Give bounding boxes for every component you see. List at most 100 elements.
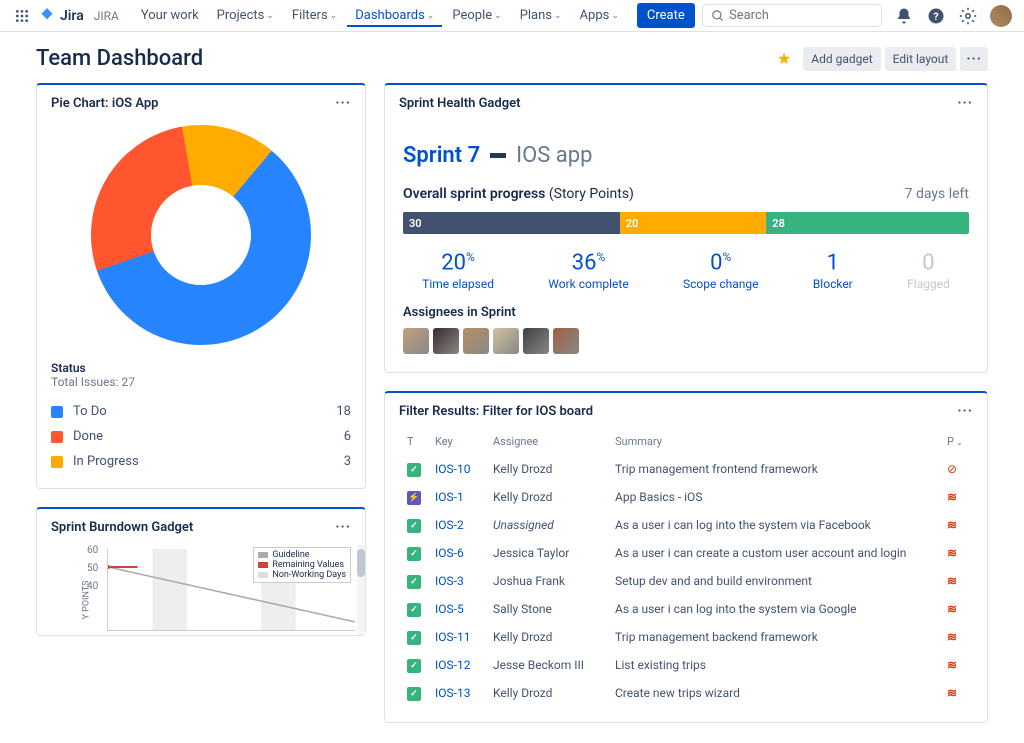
nav-item-dashboards[interactable]: Dashboards⌄ <box>347 4 442 27</box>
table-row[interactable]: ⚡IOS-1Kelly DrozdApp Basics - iOS≋ <box>401 484 971 510</box>
issue-type-icon: ✓ <box>407 659 421 673</box>
app-switcher-icon[interactable] <box>12 6 32 26</box>
assignees-header: Assignees in Sprint <box>403 305 969 320</box>
chevron-down-icon: ⌄ <box>427 11 435 21</box>
chevron-down-icon: ⌄ <box>611 11 619 21</box>
col-key[interactable]: Key <box>429 431 485 454</box>
status-label: Status <box>51 361 351 375</box>
nav-item-plans[interactable]: Plans⌄ <box>512 4 570 27</box>
issue-assignee[interactable]: Kelly Drozd <box>487 456 607 482</box>
issue-summary[interactable]: As a user i can log into the system via … <box>609 512 939 538</box>
issue-key[interactable]: IOS-13 <box>435 686 470 700</box>
issue-key[interactable]: IOS-12 <box>435 658 470 672</box>
issue-assignee[interactable]: Kelly Drozd <box>487 484 607 510</box>
issue-assignee[interactable]: Kelly Drozd <box>487 624 607 650</box>
assignee-avatar[interactable] <box>523 328 549 354</box>
nav-item-projects[interactable]: Projects⌄ <box>209 4 282 27</box>
table-row[interactable]: ✓IOS-6Jessica TaylorAs a user i can crea… <box>401 540 971 566</box>
issue-summary[interactable]: Trip management frontend framework <box>609 456 939 482</box>
create-button[interactable]: Create <box>637 3 695 28</box>
overall-progress-label: Overall sprint progress (Story Points) <box>403 186 634 202</box>
legend-swatch <box>51 406 63 418</box>
assignee-avatar[interactable] <box>553 328 579 354</box>
legend-count: 6 <box>344 429 351 444</box>
issue-assignee[interactable]: Kelly Drozd <box>487 680 607 706</box>
col-summary[interactable]: Summary <box>609 431 939 454</box>
table-row[interactable]: ✓IOS-10Kelly DrozdTrip management fronte… <box>401 456 971 482</box>
issue-summary[interactable]: Create new trips wizard <box>609 680 939 706</box>
sprint-stat[interactable]: 0Flagged <box>907 250 950 291</box>
stat-label: Blocker <box>813 277 853 291</box>
dashboard-header: Team Dashboard ★ Add gadget Edit layout … <box>0 32 1024 83</box>
issue-assignee[interactable]: Jesse Beckom III <box>487 652 607 678</box>
sprint-stat[interactable]: 0%Scope change <box>683 250 758 291</box>
nav-item-apps[interactable]: Apps⌄ <box>572 4 627 27</box>
issue-key[interactable]: IOS-1 <box>435 490 464 504</box>
legend-swatch <box>258 562 268 568</box>
sprint-stat[interactable]: 20%Time elapsed <box>422 250 494 291</box>
edit-layout-button[interactable]: Edit layout <box>885 47 957 71</box>
issue-assignee[interactable]: Unassigned <box>487 512 607 538</box>
issue-summary[interactable]: Setup dev and and build environment <box>609 568 939 594</box>
nav-item-people[interactable]: People⌄ <box>444 4 509 27</box>
jira-logo[interactable]: Jira <box>38 7 84 25</box>
table-row[interactable]: ✓IOS-5Sally StoneAs a user i can log int… <box>401 596 971 622</box>
nav-item-your-work[interactable]: Your work <box>133 4 207 27</box>
stat-label: Work complete <box>548 277 628 291</box>
assignee-avatar[interactable] <box>433 328 459 354</box>
table-row[interactable]: ✓IOS-2UnassignedAs a user i can log into… <box>401 512 971 538</box>
issue-key[interactable]: IOS-3 <box>435 574 464 588</box>
issue-key[interactable]: IOS-10 <box>435 462 470 476</box>
gadget-more-icon[interactable]: ··· <box>335 519 351 535</box>
table-row[interactable]: ✓IOS-11Kelly DrozdTrip management backen… <box>401 624 971 650</box>
col-priority[interactable]: P⌄ <box>941 431 971 454</box>
settings-icon[interactable] <box>958 6 978 26</box>
issue-key[interactable]: IOS-11 <box>435 630 470 644</box>
notifications-icon[interactable] <box>894 6 914 26</box>
gadget-more-icon[interactable]: ··· <box>957 403 973 419</box>
add-gadget-button[interactable]: Add gadget <box>803 47 880 71</box>
col-type[interactable]: T <box>401 431 427 454</box>
issue-key[interactable]: IOS-2 <box>435 518 464 532</box>
sprint-stat[interactable]: 1Blocker <box>813 250 853 291</box>
table-row[interactable]: ✓IOS-3Joshua FrankSetup dev and and buil… <box>401 568 971 594</box>
assignee-avatar[interactable] <box>403 328 429 354</box>
help-icon[interactable]: ? <box>926 6 946 26</box>
assignee-avatar[interactable] <box>463 328 489 354</box>
issue-summary[interactable]: App Basics - iOS <box>609 484 939 510</box>
issue-key[interactable]: IOS-6 <box>435 546 464 560</box>
assignee-avatar[interactable] <box>493 328 519 354</box>
total-issues: Total Issues: 27 <box>51 375 351 389</box>
user-avatar[interactable] <box>990 5 1012 27</box>
gadget-title: Sprint Burndown Gadget <box>51 520 193 535</box>
y-tick: 60 <box>87 545 98 563</box>
stat-value: 20% <box>422 250 494 275</box>
scrollbar[interactable] <box>357 545 365 635</box>
table-row[interactable]: ✓IOS-13Kelly DrozdCreate new trips wizar… <box>401 680 971 706</box>
sprint-stat[interactable]: 36%Work complete <box>548 250 628 291</box>
dashboard-more-icon[interactable]: ··· <box>960 47 988 71</box>
chevron-down-icon: ⌄ <box>494 11 502 21</box>
issue-assignee[interactable]: Joshua Frank <box>487 568 607 594</box>
issue-assignee[interactable]: Sally Stone <box>487 596 607 622</box>
nav-item-filters[interactable]: Filters⌄ <box>284 4 345 27</box>
gadget-more-icon[interactable]: ··· <box>335 95 351 111</box>
issue-key[interactable]: IOS-5 <box>435 602 464 616</box>
priority-blocked-icon: ⊘ <box>947 462 957 476</box>
top-nav: Jira JIRA Your workProjects⌄Filters⌄Dash… <box>0 0 1024 32</box>
search-input[interactable] <box>729 8 869 23</box>
issue-summary[interactable]: As a user i can log into the system via … <box>609 596 939 622</box>
issue-summary[interactable]: Trip management backend framework <box>609 624 939 650</box>
sprint-name[interactable]: Sprint 7 <box>403 143 480 168</box>
gadget-more-icon[interactable]: ··· <box>957 95 973 111</box>
nav-item-label: Projects <box>217 8 265 23</box>
star-icon[interactable]: ★ <box>777 49 791 68</box>
col-assignee[interactable]: Assignee <box>487 431 607 454</box>
issue-assignee[interactable]: Jessica Taylor <box>487 540 607 566</box>
issue-summary[interactable]: As a user i can create a custom user acc… <box>609 540 939 566</box>
issue-summary[interactable]: List existing trips <box>609 652 939 678</box>
global-search[interactable] <box>702 4 882 27</box>
table-row[interactable]: ✓ IOS-12 Jesse Beckom IIIList existing tri… <box>401 652 971 678</box>
nav-item-label: Plans <box>520 8 552 23</box>
nav-item-label: Filters <box>292 8 328 23</box>
